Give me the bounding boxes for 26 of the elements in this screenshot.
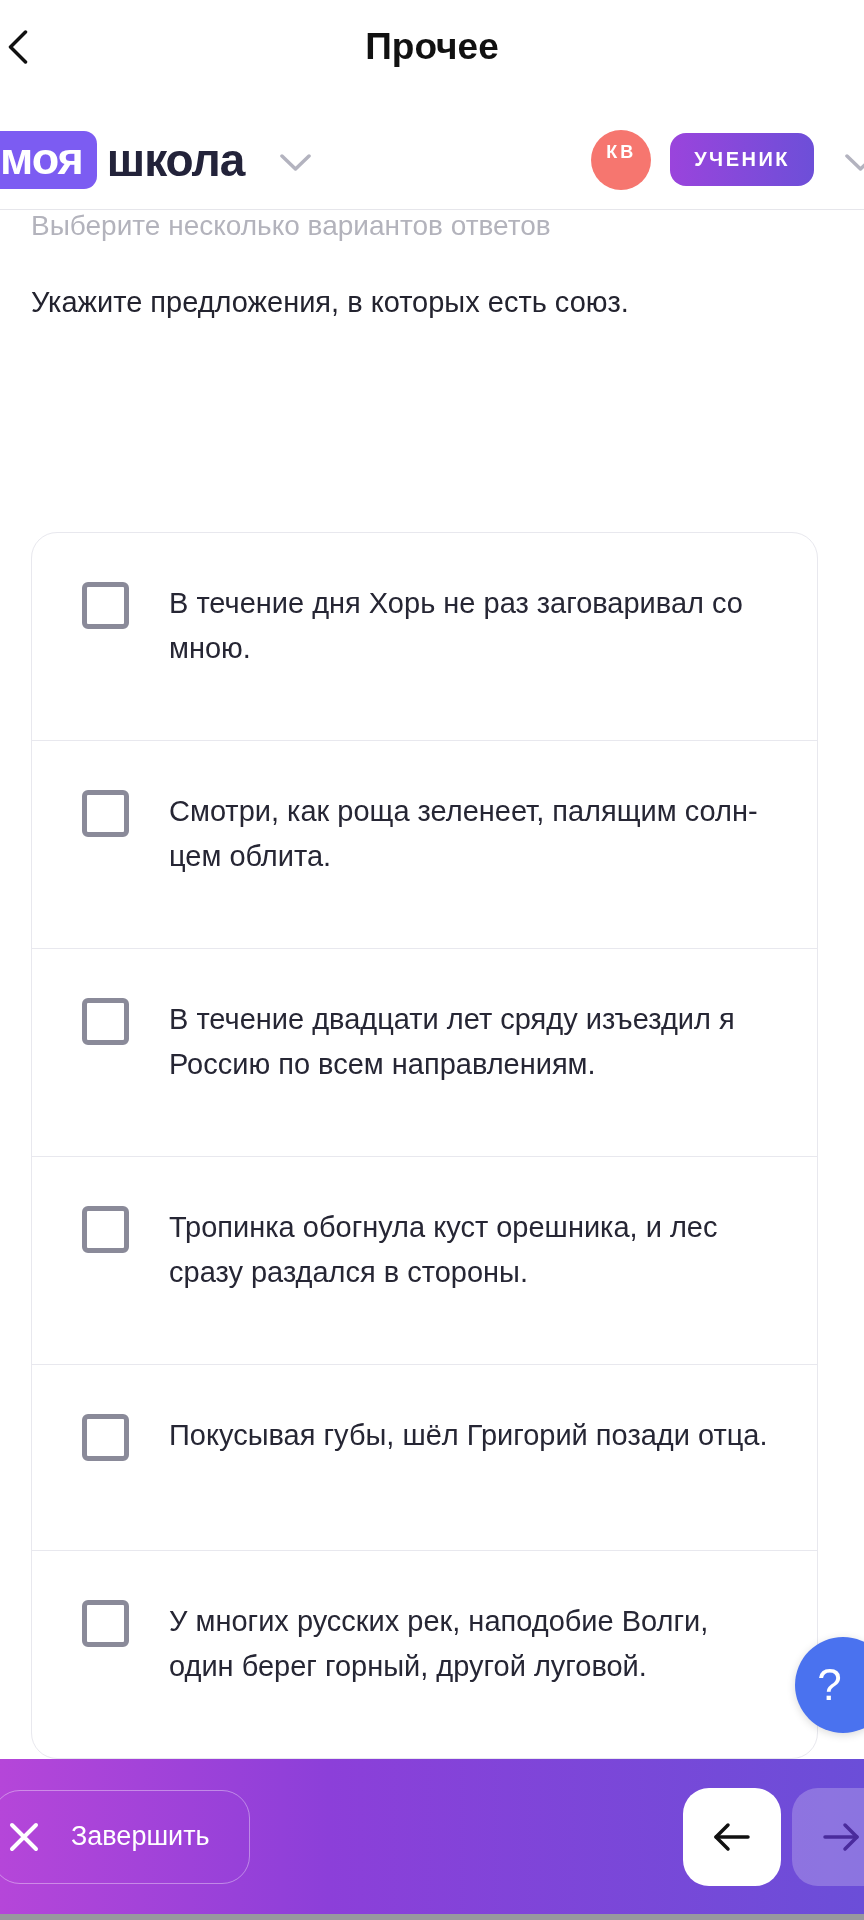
option-text: Покусывая губы, шёл Григорий позади отца. (169, 1418, 769, 1453)
logo-text: школа (106, 132, 245, 187)
option-text: Тропинка обогнула куст орешника, и лес сразу раздался в стороны. (169, 1210, 719, 1290)
logo-highlight: моя (0, 130, 97, 189)
chevron-down-icon[interactable] (280, 154, 312, 171)
checkbox[interactable] (82, 582, 129, 629)
checkbox[interactable] (82, 790, 129, 837)
option-text: Смотри, как роща зеленеет, палящим солн-цем облита. (169, 794, 759, 874)
back-chevron-icon (8, 30, 28, 64)
option-text: В течение двадцати лет сряду изъездил я Россию по всем направлениям. (169, 1002, 736, 1082)
previous-button[interactable] (683, 1787, 781, 1886)
option-text: В течение дня Хорь не раз заговаривал со мною. (169, 586, 744, 666)
checkbox[interactable] (82, 1206, 129, 1253)
role-badge: УЧЕНИК (670, 133, 814, 186)
option-text: У многих русских рек, наподобие Волги, один берег горный, другой луговой. (169, 1604, 710, 1684)
back-button[interactable] (8, 30, 28, 64)
checkbox[interactable] (82, 1600, 129, 1647)
checkbox[interactable] (82, 998, 129, 1045)
user-avatar: КВ (591, 129, 652, 190)
right-arrow-icon (822, 1821, 860, 1852)
checkbox[interactable] (82, 1414, 129, 1461)
left-arrow-icon (713, 1821, 751, 1852)
instruction-hint: Выберите несколько вариантов ответов (30, 210, 552, 242)
question-prompt: Укажите предложения, в которых есть союз. (30, 285, 630, 320)
page-title: Прочее (365, 26, 499, 68)
close-icon (9, 1821, 39, 1852)
